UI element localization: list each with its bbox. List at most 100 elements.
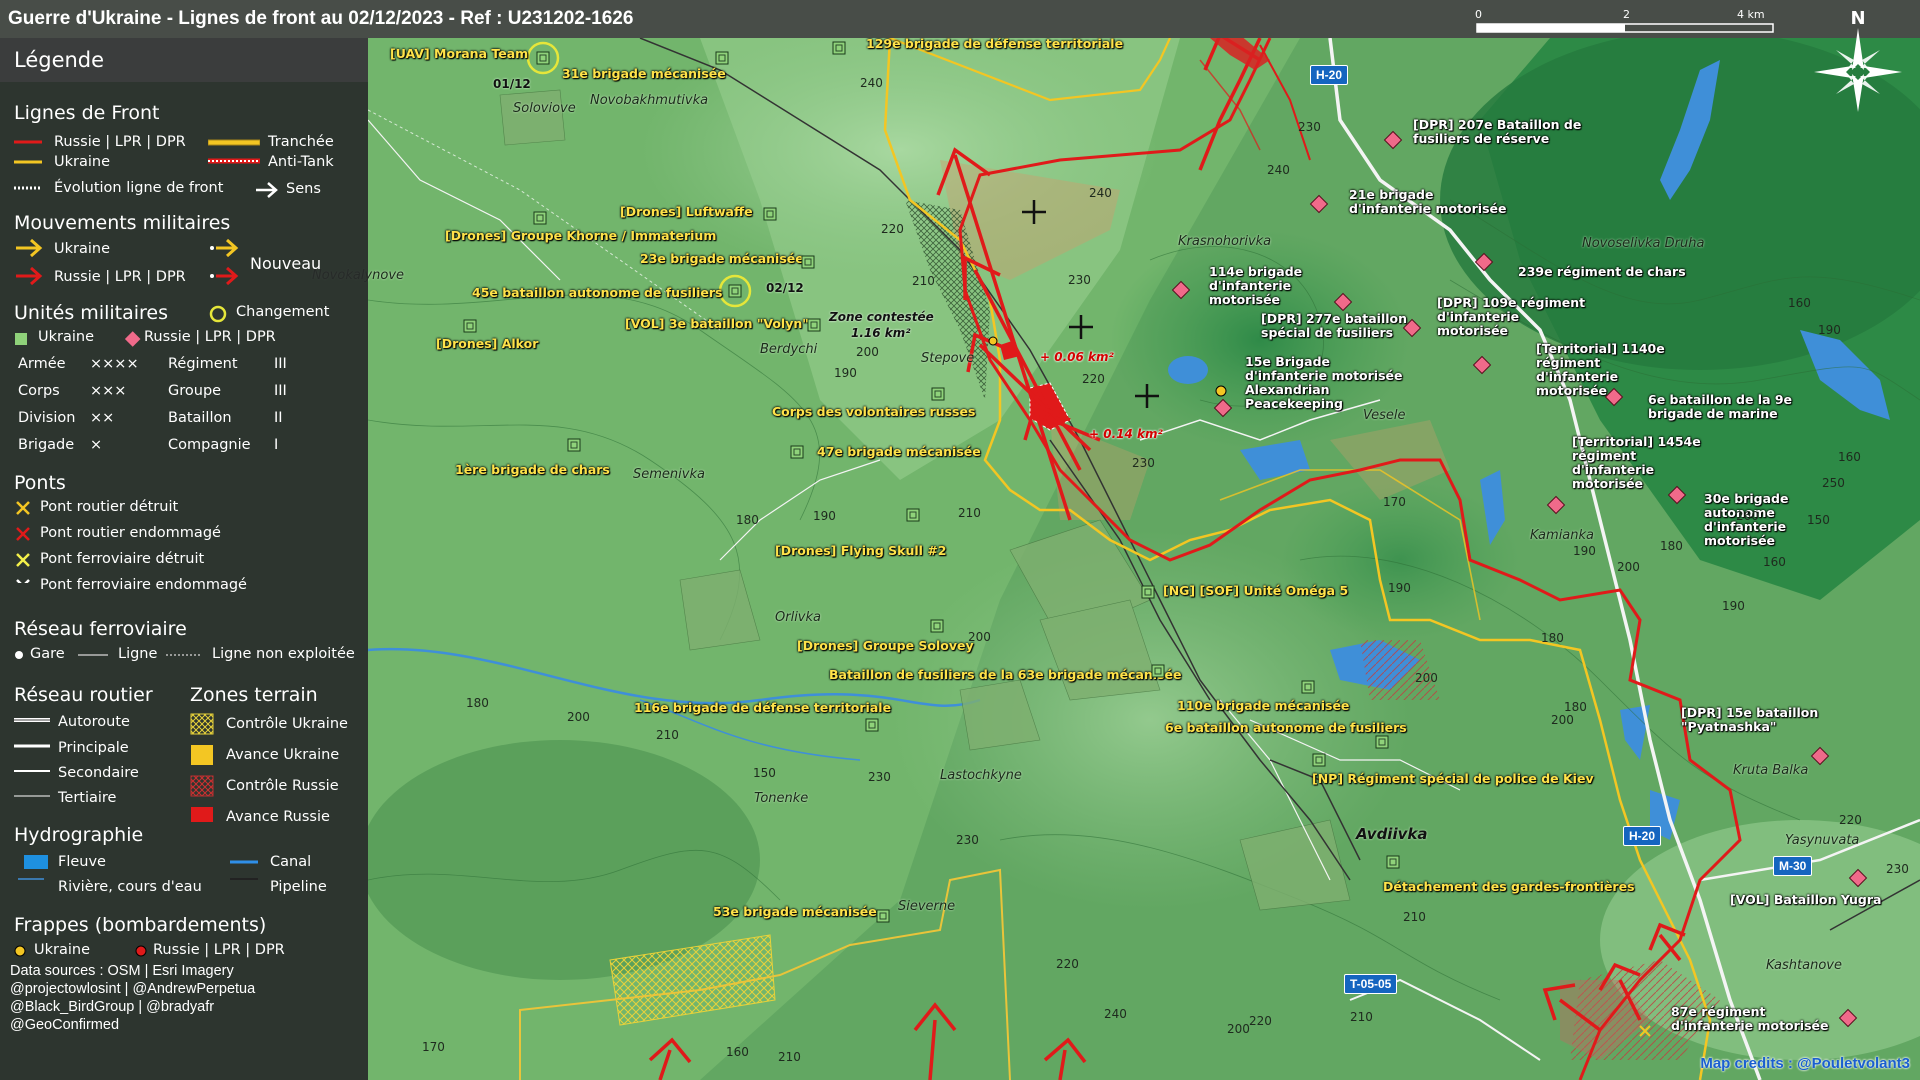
- ua-unit-marker-icon[interactable]: [1300, 679, 1316, 695]
- map-canvas[interactable]: [368, 38, 1920, 1080]
- legend-terrain-ua-control: Contrôle Ukraine: [226, 716, 348, 732]
- elevation-label: 190: [813, 509, 836, 523]
- echelon-cell: Brigade: [18, 437, 75, 453]
- elevation-label: 190: [1573, 544, 1596, 558]
- ua-unit-marker-icon[interactable]: [1311, 752, 1327, 768]
- ua-unit-marker-icon[interactable]: [462, 318, 478, 334]
- elevation-label: 180: [466, 696, 489, 710]
- ua-unit-label: [NG] [SOF] Unité Oméga 5: [1163, 583, 1349, 598]
- ua-unit-marker-icon[interactable]: [566, 437, 582, 453]
- scale-bar: 0 2 4 km: [1475, 8, 1774, 33]
- movement-arrows-icon: [16, 238, 43, 286]
- legend-move-ukraine: Ukraine: [54, 241, 110, 257]
- place-label: Sieverne: [898, 899, 956, 914]
- ru-unit-marker-icon[interactable]: [1472, 355, 1492, 375]
- echelon-cell: III: [274, 383, 287, 399]
- change-circle-icon: [209, 305, 227, 323]
- place-label-avdiivka: Avdiivka: [1356, 825, 1428, 843]
- legend-units-change: Changement: [236, 304, 330, 320]
- elevation-label: 210: [656, 728, 679, 742]
- ua-unit-marker-icon[interactable]: [930, 386, 946, 402]
- elevation-label: 190: [1818, 323, 1841, 337]
- elevation-label: 240: [1267, 163, 1290, 177]
- ru-unit-marker-icon[interactable]: [1171, 280, 1191, 300]
- map-credits[interactable]: Map credits : @Pouletvolant3: [1700, 1055, 1910, 1072]
- echelon-cell: III: [274, 356, 287, 372]
- ua-unit-marker-icon[interactable]: [929, 618, 945, 634]
- ru-unit-marker-icon[interactable]: [1383, 130, 1403, 150]
- ru-unit-marker-icon[interactable]: [1474, 252, 1494, 272]
- ua-unit-marker-icon[interactable]: [727, 283, 743, 299]
- elevation-label: 250: [1822, 476, 1845, 490]
- ua-unit-marker-icon[interactable]: [831, 40, 847, 56]
- ru-unit-marker-icon[interactable]: [1838, 1008, 1858, 1028]
- ua-unit-marker-icon[interactable]: [1140, 584, 1156, 600]
- ru-unit-marker-icon[interactable]: [1309, 194, 1329, 214]
- bridge-icons: [16, 501, 30, 583]
- scale-label-4: 4 km: [1737, 8, 1765, 21]
- source-line: @projectowlosint | @AndrewPerpetua: [10, 981, 256, 997]
- ua-unit-marker-icon[interactable]: [762, 206, 778, 222]
- echelon-cell: ×××: [90, 383, 127, 399]
- elevation-label: 200: [968, 630, 991, 644]
- ru-unit-marker-icon[interactable]: [1546, 495, 1566, 515]
- scale-label-0: 0: [1475, 8, 1482, 21]
- legend-antitank: Anti-Tank: [268, 154, 334, 170]
- ru-unit-label: 30e brigade autonome d'infanterie motori…: [1704, 491, 1789, 548]
- ru-unit-marker-icon[interactable]: [1402, 318, 1422, 338]
- source-line: @GeoConfirmed: [10, 1017, 120, 1033]
- ua-unit-label: Corps des volontaires russes: [772, 404, 976, 419]
- ua-unit-marker-icon[interactable]: [1150, 663, 1166, 679]
- elevation-label: 240: [1089, 186, 1112, 200]
- scale-label-2: 2: [1623, 8, 1630, 21]
- ua-unit-marker-icon[interactable]: [800, 254, 816, 270]
- ua-unit-marker-icon[interactable]: [875, 908, 891, 924]
- ru-unit-marker-icon[interactable]: [1213, 398, 1233, 418]
- place-label: Lastochkyne: [940, 768, 1022, 783]
- terrain-swatches-icon: [190, 713, 214, 822]
- elevation-label: 220: [1056, 957, 1079, 971]
- ua-unit-marker-icon[interactable]: [789, 444, 805, 460]
- echelon-cell: Armée: [18, 356, 66, 372]
- ua-unit-marker-icon[interactable]: [535, 50, 551, 66]
- echelon-cell: Corps: [18, 383, 60, 399]
- ru-unit-label: [DPR] 109e régiment d'infanterie motoris…: [1437, 295, 1586, 338]
- ua-unit-marker-icon[interactable]: [864, 717, 880, 733]
- elevation-label: 210: [912, 274, 935, 288]
- ua-unit-label: 129e brigade de défense territoriale: [866, 36, 1124, 51]
- ua-unit-marker-icon[interactable]: [1374, 734, 1390, 750]
- ru-unit-marker-icon[interactable]: [1848, 868, 1868, 888]
- source-line: Data sources : OSM | Esri Imagery: [10, 963, 234, 979]
- ru-unit-marker-icon[interactable]: [1333, 292, 1353, 312]
- ua-unit-marker-icon[interactable]: [806, 317, 822, 333]
- ua-unit-marker-icon[interactable]: [905, 507, 921, 523]
- ua-unit-marker-icon[interactable]: [1385, 854, 1401, 870]
- ua-unit-label: [Drones] Groupe Khorne / Immaterium: [445, 228, 717, 243]
- road-swatches-icon: [14, 718, 50, 797]
- echelon-cell: ×: [90, 437, 103, 453]
- legend-strikes-heading: Frappes (bombardements): [14, 914, 267, 936]
- ru-unit-marker-icon[interactable]: [1604, 387, 1624, 407]
- elevation-label: 170: [422, 1040, 445, 1054]
- ua-unit-marker-icon[interactable]: [714, 50, 730, 66]
- legend-road-tertiary: Tertiaire: [58, 790, 117, 806]
- elevation-label: 180: [1660, 539, 1683, 553]
- place-label: Yasynuvata: [1785, 833, 1860, 848]
- legend-front-russia: Russie | LPR | DPR: [54, 134, 186, 150]
- ua-unit-label: 45e bataillon autonome de fusiliers: [472, 285, 723, 300]
- ru-unit-marker-icon[interactable]: [1810, 746, 1830, 766]
- legend-hydro-canal: Canal: [270, 854, 312, 870]
- date-label: 02/12: [766, 281, 804, 295]
- elevation-label: 200: [567, 710, 590, 724]
- ru-unit-label: [Territorial] 1454e régiment d'infanteri…: [1572, 434, 1701, 491]
- elevation-label: 230: [868, 770, 891, 784]
- legend-strike-ukraine: Ukraine: [34, 942, 90, 958]
- new-movement-arrows-icon: [210, 238, 239, 286]
- echelon-cell: Groupe: [168, 383, 222, 399]
- elevation-label: 240: [860, 76, 883, 90]
- elevation-label: 200: [1617, 560, 1640, 574]
- ru-unit-marker-icon[interactable]: [1667, 485, 1687, 505]
- legend-bridge-road-destroyed: Pont routier détruit: [40, 499, 179, 515]
- echelon-cell: Compagnie: [168, 437, 251, 453]
- ua-unit-marker-icon[interactable]: [532, 210, 548, 226]
